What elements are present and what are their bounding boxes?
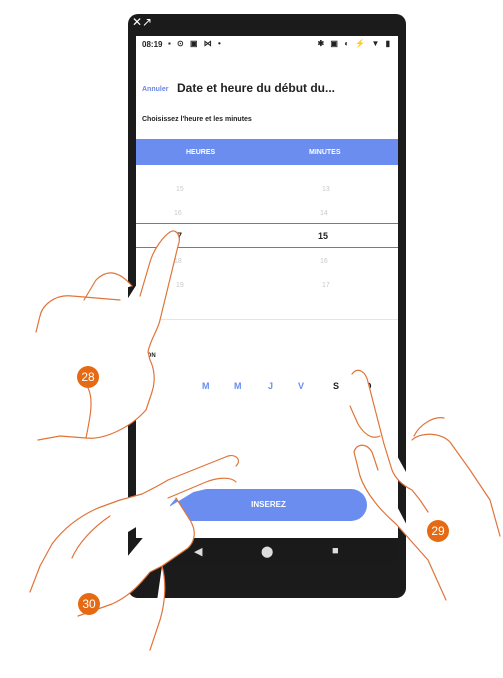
step-badge: 30: [78, 593, 100, 615]
hand-right-illustration: [349, 369, 501, 601]
step-badge: 28: [77, 366, 99, 388]
hand-left-upper-illustration: [35, 230, 180, 441]
hand-illustrations: [29, 230, 501, 651]
hand-bottom-left-illustration: [29, 455, 240, 651]
step-badge: 29: [427, 520, 449, 542]
